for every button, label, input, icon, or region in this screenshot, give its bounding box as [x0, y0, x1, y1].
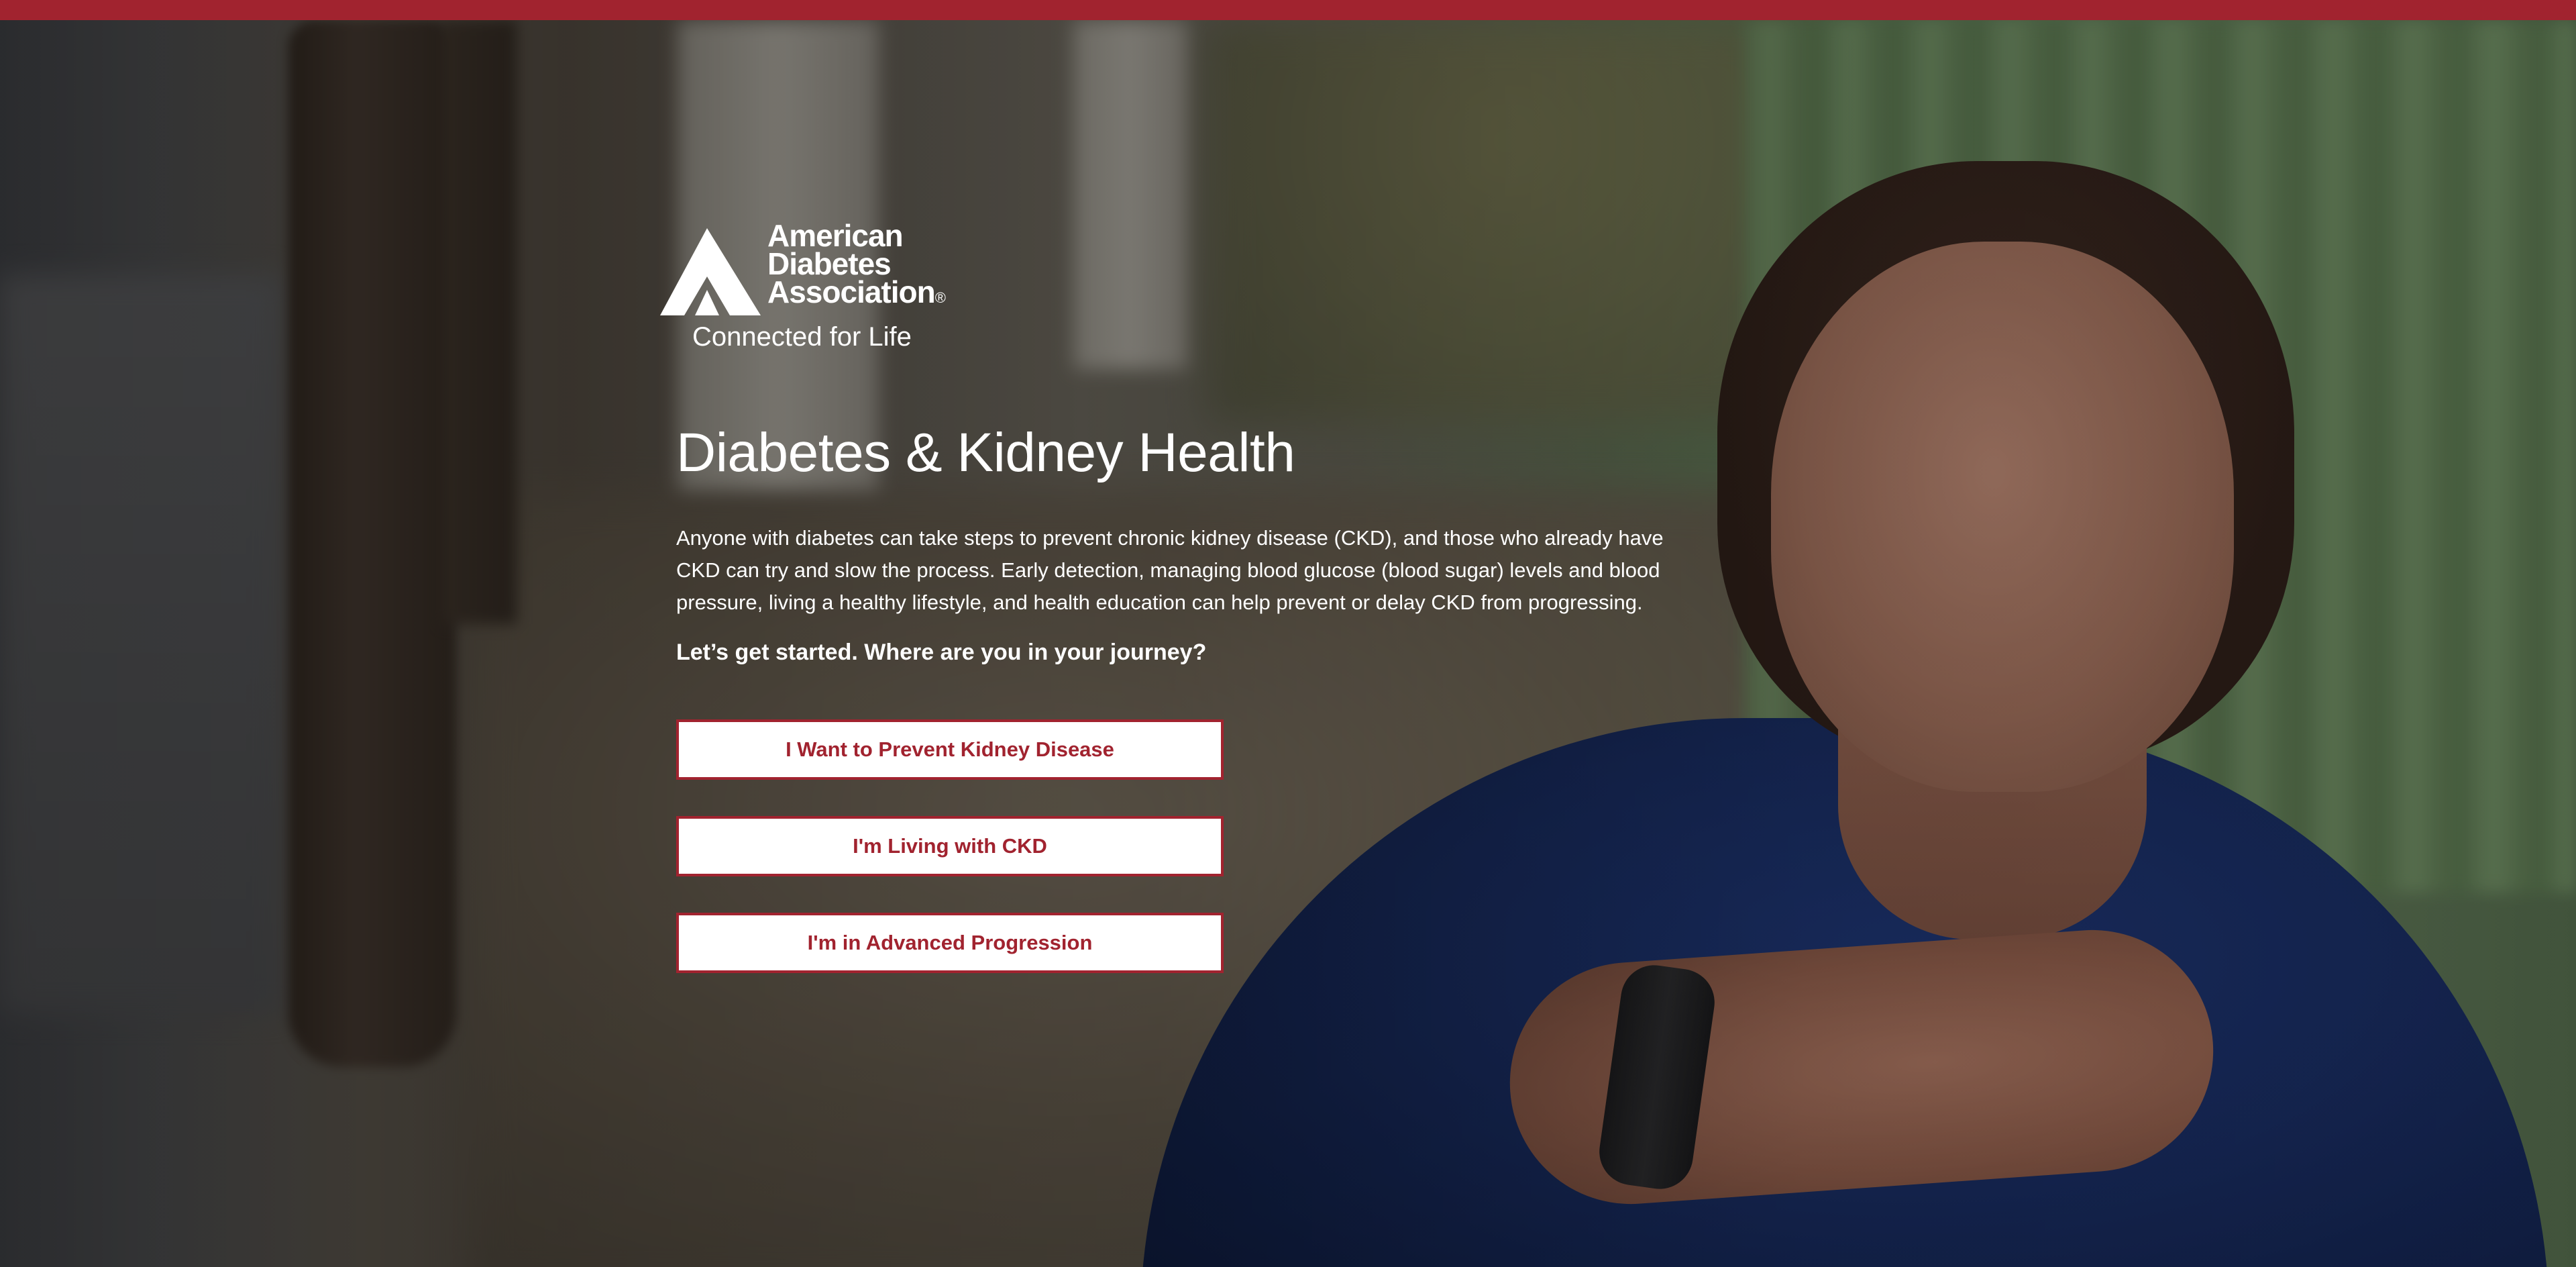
- ada-logo[interactable]: American Diabetes Association® Connected…: [660, 218, 1696, 356]
- logo-line-3-text: Association: [767, 274, 936, 309]
- journey-choices: I Want to Prevent Kidney Disease I'm Liv…: [676, 719, 1696, 1009]
- intro-paragraph: Anyone with diabetes can take steps to p…: [676, 526, 1664, 615]
- logo-line-3: Association®: [767, 276, 946, 312]
- page: American Diabetes Association® Connected…: [0, 0, 2576, 1267]
- top-accent-bar: [0, 0, 2576, 20]
- journey-prompt: Let’s get started. Where are you in your…: [676, 640, 1207, 666]
- advanced-progression-button[interactable]: I'm in Advanced Progression: [676, 913, 1224, 974]
- living-with-ckd-button[interactable]: I'm Living with CKD: [676, 816, 1224, 877]
- logo-wordmark: American Diabetes Association®: [767, 218, 946, 312]
- hero-content: American Diabetes Association® Connected…: [660, 220, 1696, 1009]
- ada-triangle-logo-icon: [660, 228, 761, 315]
- logo-line-1: American: [767, 218, 904, 253]
- logo-line-2: Diabetes: [767, 246, 892, 281]
- registered-mark-icon: ®: [934, 289, 946, 306]
- prevent-kidney-disease-button[interactable]: I Want to Prevent Kidney Disease: [676, 719, 1224, 780]
- page-title: Diabetes & Kidney Health: [676, 422, 1295, 483]
- living-with-ckd-label: I'm Living with CKD: [853, 834, 1047, 858]
- logo-tagline: Connected for Life: [692, 322, 912, 352]
- advanced-progression-label: I'm in Advanced Progression: [807, 931, 1093, 955]
- prevent-kidney-disease-label: I Want to Prevent Kidney Disease: [786, 738, 1114, 762]
